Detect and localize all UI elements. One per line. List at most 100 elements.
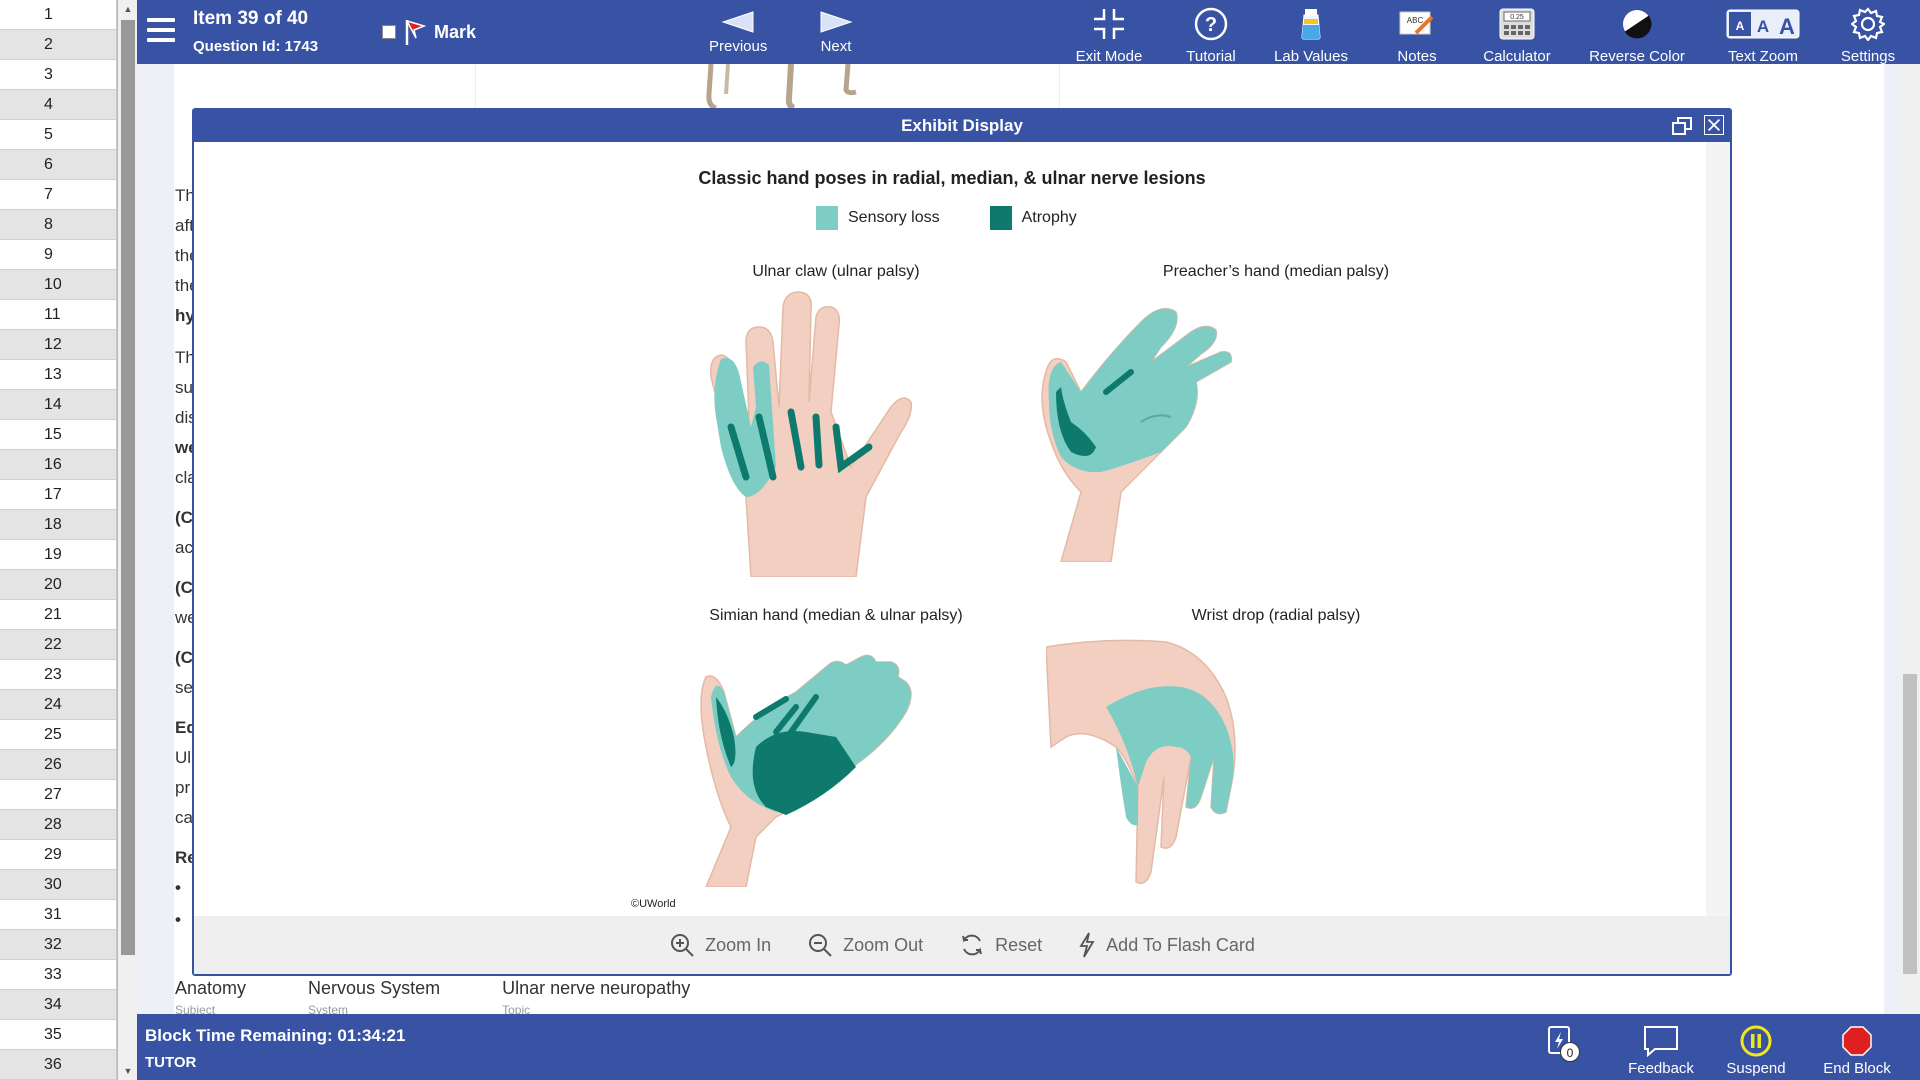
- question-list-item[interactable]: 4: [0, 90, 116, 120]
- exhibit-scrollbar[interactable]: [1706, 142, 1730, 918]
- question-list-scrollbar[interactable]: ▲ ▼: [117, 0, 137, 1080]
- explanation-fragment: (C: [175, 648, 193, 667]
- end-block-button[interactable]: End Block: [1817, 1024, 1897, 1077]
- question-list-item[interactable]: 32: [0, 930, 116, 960]
- question-list-item[interactable]: 16: [0, 450, 116, 480]
- settings-button[interactable]: Settings: [1831, 6, 1905, 65]
- mark-toggle[interactable]: Mark: [382, 18, 476, 46]
- question-list-item[interactable]: 14: [0, 390, 116, 420]
- question-list-item[interactable]: 27: [0, 780, 116, 810]
- add-flash-card-button[interactable]: Add To Flash Card: [1078, 932, 1255, 958]
- svg-text:A: A: [1736, 19, 1745, 33]
- question-list-item[interactable]: 11: [0, 300, 116, 330]
- main-scrollbar-thumb[interactable]: [1903, 674, 1917, 974]
- lab-values-button[interactable]: Lab Values: [1269, 6, 1353, 65]
- question-list-item[interactable]: 6: [0, 150, 116, 180]
- restore-window-icon[interactable]: [1672, 117, 1692, 135]
- question-list-item[interactable]: 21: [0, 600, 116, 630]
- reset-button[interactable]: Reset: [959, 932, 1042, 958]
- question-list-item[interactable]: 7: [0, 180, 116, 210]
- question-list-item[interactable]: 17: [0, 480, 116, 510]
- tag-subject: Anatomy Subject: [175, 978, 246, 1017]
- main-scrollbar[interactable]: [1900, 64, 1920, 1014]
- suspend-button[interactable]: Suspend: [1721, 1024, 1791, 1077]
- question-list-item[interactable]: 30: [0, 870, 116, 900]
- question-list-item[interactable]: 23: [0, 660, 116, 690]
- question-list-item[interactable]: 3: [0, 60, 116, 90]
- simian-hand-illustration: [700, 654, 912, 887]
- tutorial-label: Tutorial: [1186, 48, 1236, 65]
- caption-wrist-drop: Wrist drop (radial palsy): [1191, 607, 1361, 624]
- flag-icon: [405, 19, 426, 45]
- question-list-item[interactable]: 28: [0, 810, 116, 840]
- question-list-item[interactable]: 33: [0, 960, 116, 990]
- question-list-item[interactable]: 12: [0, 330, 116, 360]
- question-list-item[interactable]: 5: [0, 120, 116, 150]
- exit-mode-button[interactable]: Exit Mode: [1075, 6, 1143, 65]
- reverse-color-label: Reverse Color: [1589, 48, 1685, 65]
- question-list-item[interactable]: 15: [0, 420, 116, 450]
- zoom-out-button[interactable]: Zoom Out: [807, 932, 923, 958]
- question-list-item[interactable]: 18: [0, 510, 116, 540]
- explanation-fragment: ac: [175, 538, 193, 557]
- question-list-item[interactable]: 22: [0, 630, 116, 660]
- question-list-item[interactable]: 24: [0, 690, 116, 720]
- copyright: ©UWorld: [631, 898, 676, 910]
- preachers-hand-illustration: [1041, 307, 1233, 562]
- zoom-in-button[interactable]: Zoom In: [669, 932, 771, 958]
- next-label: Next: [820, 38, 852, 55]
- arrow-left-icon: [721, 11, 754, 33]
- svg-text:?: ?: [1205, 14, 1217, 36]
- explanation-fragment: (C: [175, 578, 193, 597]
- leg-illustration: [706, 63, 857, 111]
- lab-values-label: Lab Values: [1274, 48, 1348, 65]
- help-icon: ?: [1194, 7, 1228, 41]
- arrow-right-icon: [820, 11, 853, 33]
- explanation-fragment: su: [175, 378, 193, 397]
- tutorial-button[interactable]: ? Tutorial: [1181, 6, 1241, 65]
- zoom-out-label: Zoom Out: [843, 934, 924, 955]
- menu-icon[interactable]: [147, 18, 175, 42]
- item-counter: Item 39 of 40: [193, 8, 309, 29]
- contrast-icon: [1623, 10, 1652, 39]
- question-list-item[interactable]: 8: [0, 210, 116, 240]
- question-list-item[interactable]: 26: [0, 750, 116, 780]
- feedback-button[interactable]: Feedback: [1621, 1024, 1701, 1077]
- block-timer: Block Time Remaining: 01:34:21: [145, 1026, 406, 1045]
- question-list: 1 2 3 4 5 6 7 8 9 10 11 12 13 14 15 16 17 18 19 20 21 22 23 24 2…: [0, 0, 117, 1080]
- notes-button[interactable]: ABC Notes: [1391, 6, 1443, 65]
- close-icon[interactable]: [1704, 115, 1724, 135]
- zoom-in-label: Zoom In: [705, 934, 772, 955]
- previous-button[interactable]: Previous: [709, 10, 767, 55]
- scroll-down-icon[interactable]: ▼: [118, 1062, 138, 1080]
- svg-text:ABC: ABC: [1407, 16, 1424, 25]
- text-zoom-button[interactable]: AAA Text Zoom: [1723, 6, 1803, 65]
- explanation-fragment: ca: [175, 808, 193, 827]
- flash-cards-button[interactable]: 0: [1540, 1024, 1580, 1062]
- question-list-item[interactable]: 1: [0, 0, 116, 30]
- question-list-item[interactable]: 13: [0, 360, 116, 390]
- figure-legend: Sensory loss Atrophy: [816, 206, 1127, 230]
- exhibit-modal: Exhibit Display Classic hand poses in ra…: [192, 108, 1732, 976]
- reverse-color-button[interactable]: Reverse Color: [1587, 6, 1687, 65]
- question-list-item[interactable]: 19: [0, 540, 116, 570]
- question-list-item[interactable]: 2: [0, 30, 116, 60]
- refresh-icon: [962, 934, 983, 956]
- question-tags: Anatomy Subject Nervous System System Ulnar …: [175, 978, 752, 1017]
- calculator-button[interactable]: 0.25 Calculator: [1477, 6, 1557, 65]
- scroll-up-icon[interactable]: ▲: [118, 0, 138, 18]
- question-list-item[interactable]: 36: [0, 1050, 116, 1080]
- scrollbar-thumb[interactable]: [121, 20, 135, 955]
- question-list-item[interactable]: 34: [0, 990, 116, 1020]
- lightning-icon: [1079, 932, 1095, 958]
- next-button[interactable]: Next: [819, 10, 853, 55]
- question-list-item[interactable]: 10: [0, 270, 116, 300]
- question-list-item[interactable]: 9: [0, 240, 116, 270]
- mark-checkbox[interactable]: [382, 25, 396, 39]
- question-list-item[interactable]: 25: [0, 720, 116, 750]
- question-list-item[interactable]: 29: [0, 840, 116, 870]
- stop-icon: [1842, 1026, 1872, 1056]
- question-list-item[interactable]: 31: [0, 900, 116, 930]
- question-list-item[interactable]: 35: [0, 1020, 116, 1050]
- question-list-item[interactable]: 20: [0, 570, 116, 600]
